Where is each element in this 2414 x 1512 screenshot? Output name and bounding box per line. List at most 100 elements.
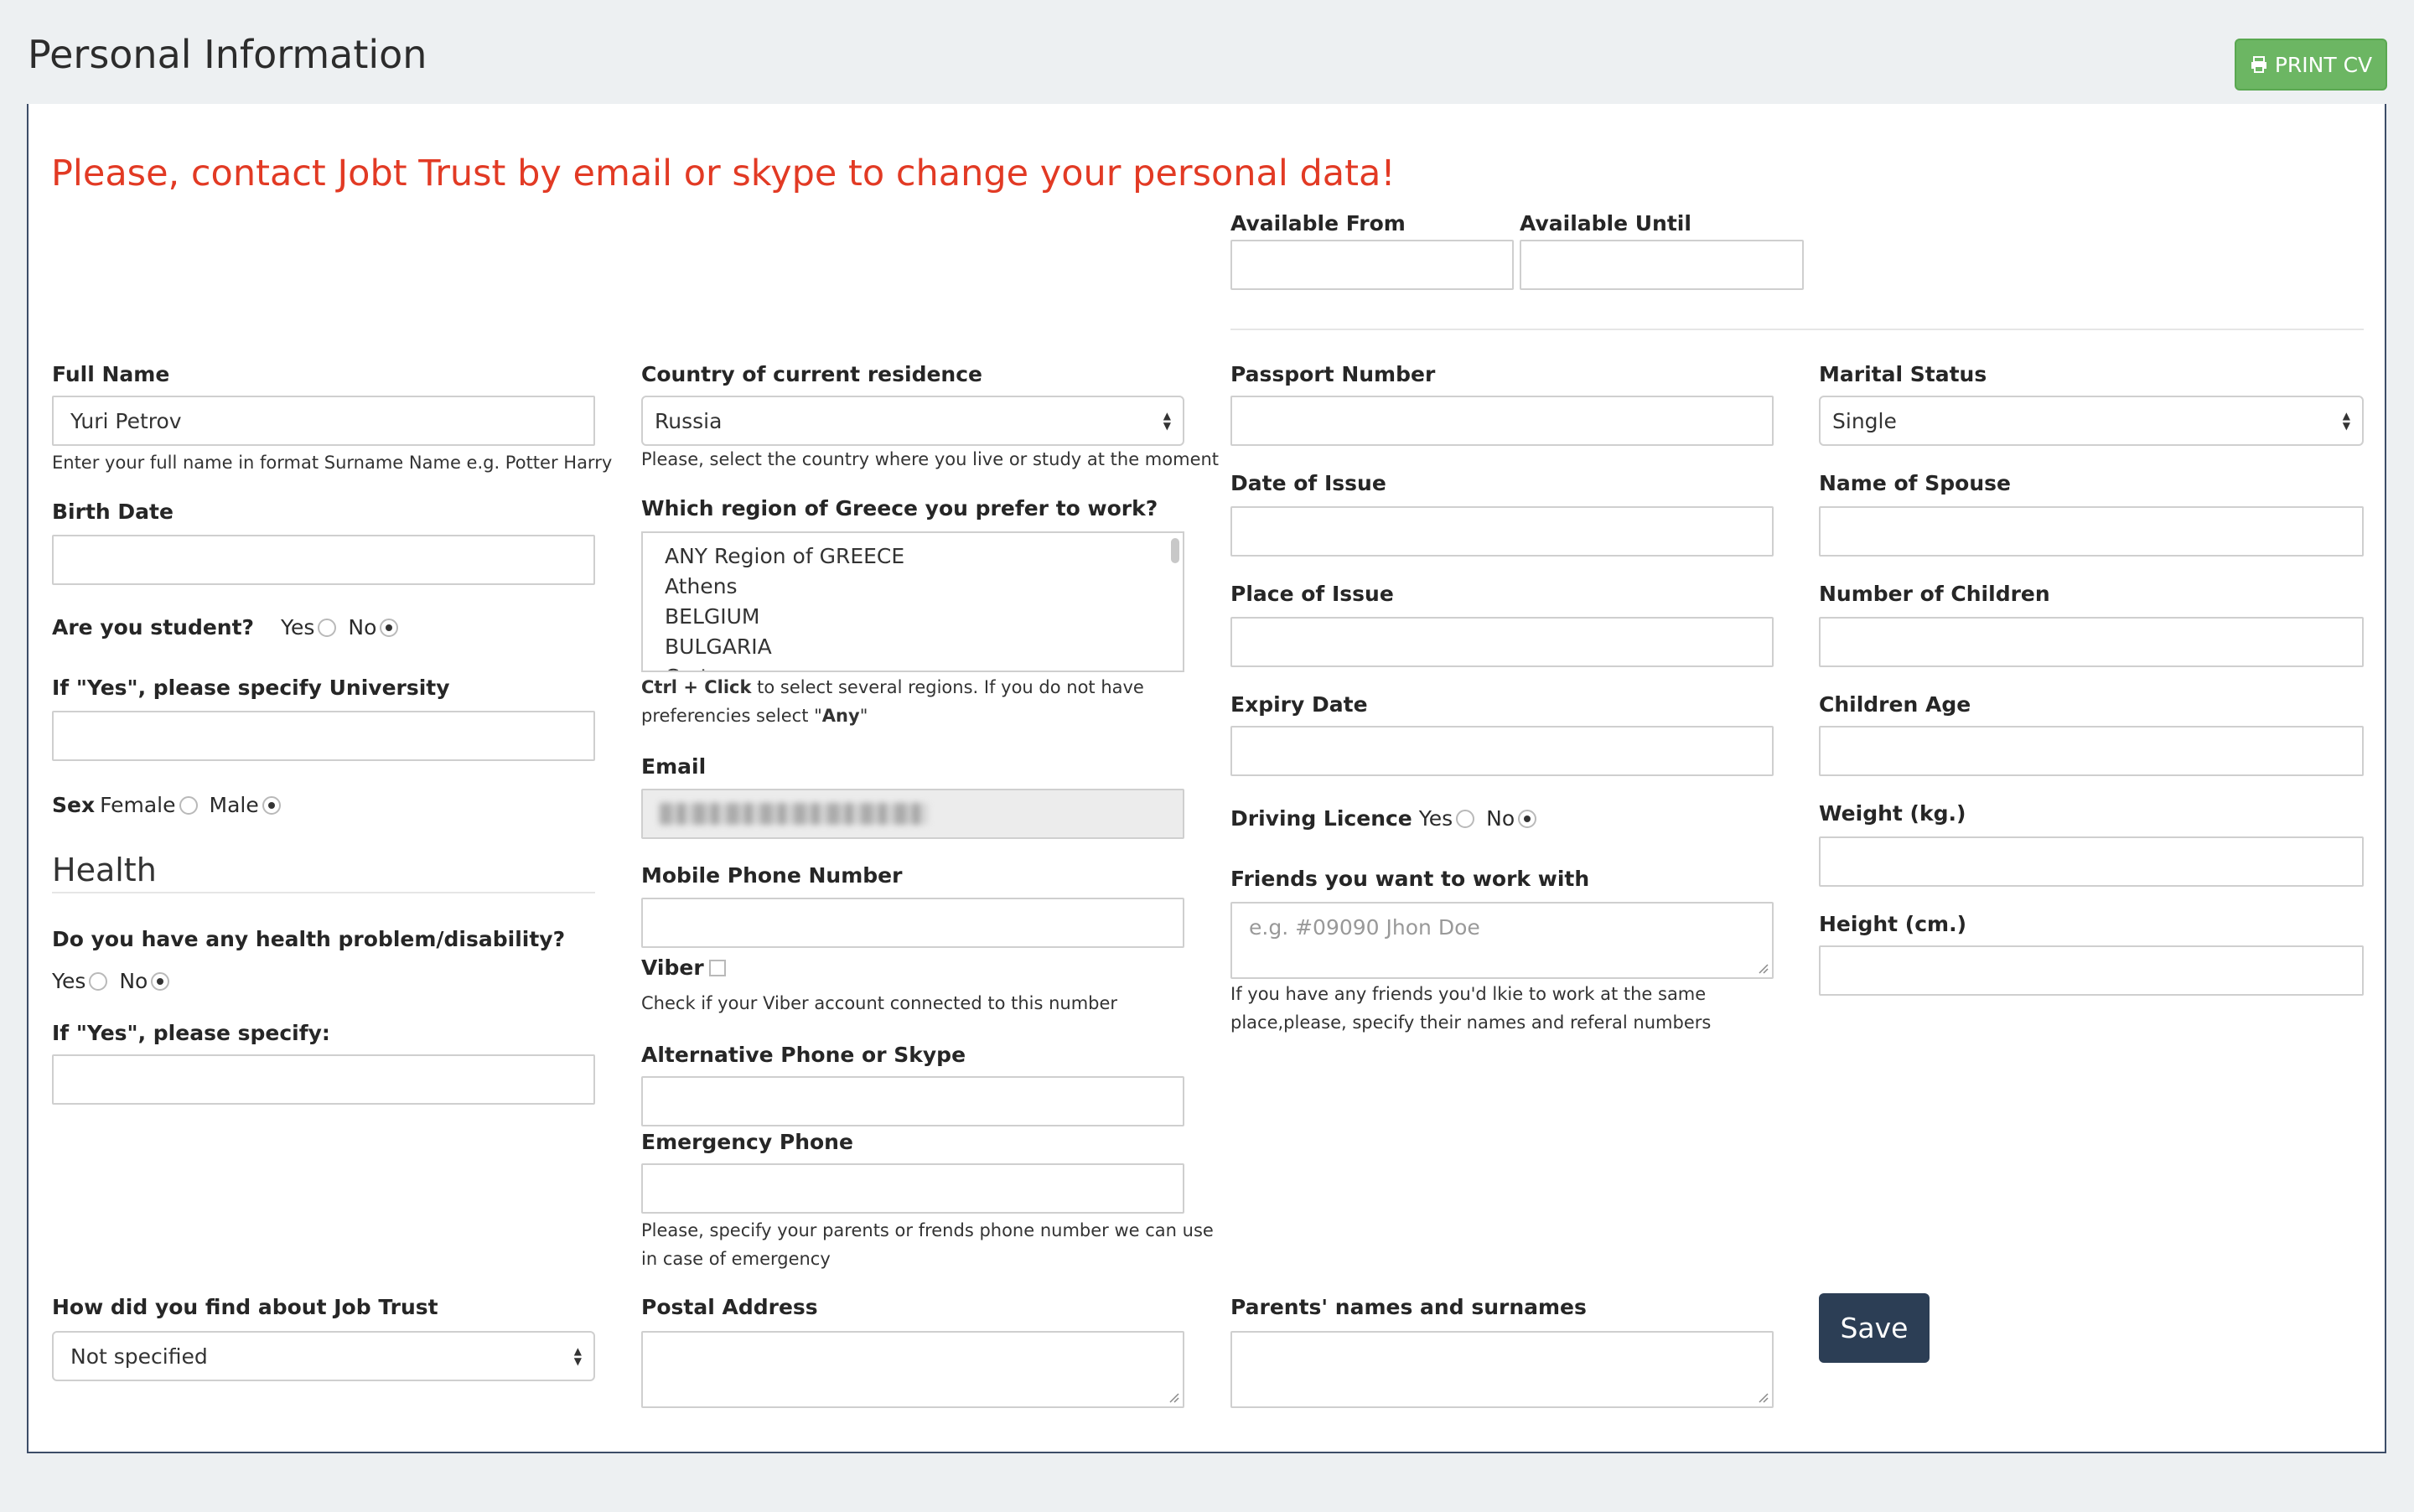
marital-select[interactable]: Single ▲ ▼: [1819, 396, 2364, 446]
email-value-redacted: [660, 803, 928, 825]
postal-label: Postal Address: [641, 1295, 818, 1319]
mobile-label: Mobile Phone Number: [641, 863, 903, 888]
marital-value: Single: [1832, 408, 1897, 433]
emergency-input[interactable]: [641, 1163, 1184, 1214]
health-yes-label: Yes: [52, 969, 86, 993]
available-from-input[interactable]: [1230, 240, 1514, 290]
resize-handle-icon[interactable]: [1757, 962, 1769, 974]
country-value: Russia: [655, 408, 723, 433]
parents-textarea[interactable]: [1230, 1331, 1774, 1408]
emergency-help-line: Please, specify your parents or frends p…: [641, 1220, 1214, 1240]
birth-date-label: Birth Date: [52, 500, 174, 524]
parents-label: Parents' names and surnames: [1230, 1295, 1587, 1319]
email-input: [641, 789, 1184, 839]
country-select[interactable]: Russia ▲ ▼: [641, 396, 1184, 446]
print-cv-label: PRINT CV: [2274, 52, 2373, 77]
region-help: Ctrl + Click to select several regions. …: [641, 673, 1144, 730]
children-count-input[interactable]: [1819, 617, 2364, 667]
find-source-label: How did you find about Job Trust: [52, 1295, 438, 1319]
driving-no-radio[interactable]: [1518, 809, 1537, 828]
sex-male-radio[interactable]: [262, 795, 281, 815]
student-yes-radio[interactable]: [318, 618, 337, 637]
sex-label: Sex: [52, 793, 96, 817]
driving-yes-label: Yes: [1418, 806, 1453, 831]
issue-place-input[interactable]: [1230, 617, 1774, 667]
postal-textarea[interactable]: [641, 1331, 1184, 1408]
children-age-input[interactable]: [1819, 726, 2364, 776]
alt-phone-input[interactable]: [641, 1076, 1184, 1126]
availability-divider: [1230, 329, 2364, 330]
health-radio-group: Yes No: [52, 969, 181, 993]
passport-input[interactable]: [1230, 396, 1774, 446]
save-button[interactable]: Save: [1819, 1293, 1930, 1363]
health-divider: [52, 892, 595, 893]
find-source-value: Not specified: [70, 1344, 208, 1369]
issue-date-label: Date of Issue: [1230, 471, 1386, 495]
sex-radio-group: Sex Female Male: [52, 793, 293, 817]
emergency-help-line: in case of emergency: [641, 1249, 831, 1269]
friends-help: If you have any friends you'd lkie to wo…: [1230, 980, 1711, 1037]
spouse-input[interactable]: [1819, 506, 2364, 557]
available-until-label: Available Until: [1520, 211, 1691, 236]
full-name-input[interactable]: Yuri Petrov: [52, 396, 595, 446]
sex-female-label: Female: [100, 793, 176, 817]
viber-row: Viber: [641, 955, 726, 980]
driving-yes-radio[interactable]: [1456, 809, 1475, 828]
health-question-label: Do you have any health problem/disabilit…: [52, 927, 566, 951]
region-help-text: preferencies select ": [641, 706, 822, 726]
region-option[interactable]: Athens: [643, 572, 1183, 602]
find-source-select[interactable]: Not specified ▲ ▼: [52, 1331, 595, 1381]
expiry-label: Expiry Date: [1230, 692, 1368, 717]
resize-handle-icon[interactable]: [1168, 1391, 1179, 1403]
region-option[interactable]: BULGARIA: [643, 632, 1183, 662]
viber-label: Viber: [641, 955, 704, 980]
region-option[interactable]: ANY Region of GREECE: [643, 541, 1183, 572]
region-option[interactable]: BELGIUM: [643, 602, 1183, 632]
available-until-input[interactable]: [1520, 240, 1804, 290]
passport-label: Passport Number: [1230, 362, 1436, 386]
weight-label: Weight (kg.): [1819, 801, 1966, 826]
region-help-text: to select several regions. If you do not…: [751, 677, 1144, 697]
select-arrows-icon: ▲ ▼: [2342, 410, 2350, 432]
driving-no-label: No: [1486, 806, 1515, 831]
emergency-label: Emergency Phone: [641, 1130, 853, 1154]
birth-date-input[interactable]: [52, 535, 595, 585]
friends-help-line: place,please, specify their names and re…: [1230, 1012, 1712, 1033]
region-scrollbar[interactable]: [1171, 538, 1179, 563]
viber-checkbox[interactable]: [708, 959, 726, 976]
sex-male-label: Male: [209, 793, 259, 817]
student-label: Are you student?: [52, 615, 255, 639]
region-option[interactable]: Crete: [643, 662, 1183, 671]
health-specify-label: If "Yes", please specify:: [52, 1021, 330, 1045]
expiry-input[interactable]: [1230, 726, 1774, 776]
student-radio-group: Are you student? Yes No: [52, 615, 410, 639]
region-help-text: ": [859, 706, 868, 726]
health-specify-input[interactable]: [52, 1054, 595, 1105]
issue-date-input[interactable]: [1230, 506, 1774, 557]
university-input[interactable]: [52, 711, 595, 761]
mobile-input[interactable]: [641, 898, 1184, 948]
page-title: Personal Information: [28, 32, 427, 77]
region-listbox[interactable]: ANY Region of GREECE Athens BELGIUM BULG…: [641, 531, 1184, 672]
driving-label: Driving Licence: [1230, 806, 1412, 831]
issue-place-label: Place of Issue: [1230, 582, 1394, 606]
full-name-label: Full Name: [52, 362, 170, 386]
contact-notice: Please, contact Jobt Trust by email or s…: [51, 153, 1396, 194]
health-no-radio[interactable]: [151, 971, 170, 991]
country-help: Please, select the country where you liv…: [641, 449, 1220, 469]
student-no-label: No: [348, 615, 377, 639]
university-label: If "Yes", please specify University: [52, 676, 450, 700]
height-input[interactable]: [1819, 945, 2364, 996]
friends-label: Friends you want to work with: [1230, 867, 1590, 891]
region-label: Which region of Greece you prefer to wor…: [641, 496, 1158, 520]
resize-handle-icon[interactable]: [1757, 1391, 1769, 1403]
email-label: Email: [641, 754, 707, 779]
sex-female-radio[interactable]: [179, 795, 198, 815]
weight-input[interactable]: [1819, 836, 2364, 887]
print-cv-button[interactable]: PRINT CV: [2235, 39, 2387, 91]
region-help-ctrl: Ctrl + Click: [641, 677, 752, 697]
friends-textarea[interactable]: e.g. #09090 Jhon Doe: [1230, 902, 1774, 979]
student-no-radio[interactable]: [380, 618, 399, 637]
full-name-help: Enter your full name in format Surname N…: [52, 453, 613, 473]
health-yes-radio[interactable]: [89, 971, 108, 991]
